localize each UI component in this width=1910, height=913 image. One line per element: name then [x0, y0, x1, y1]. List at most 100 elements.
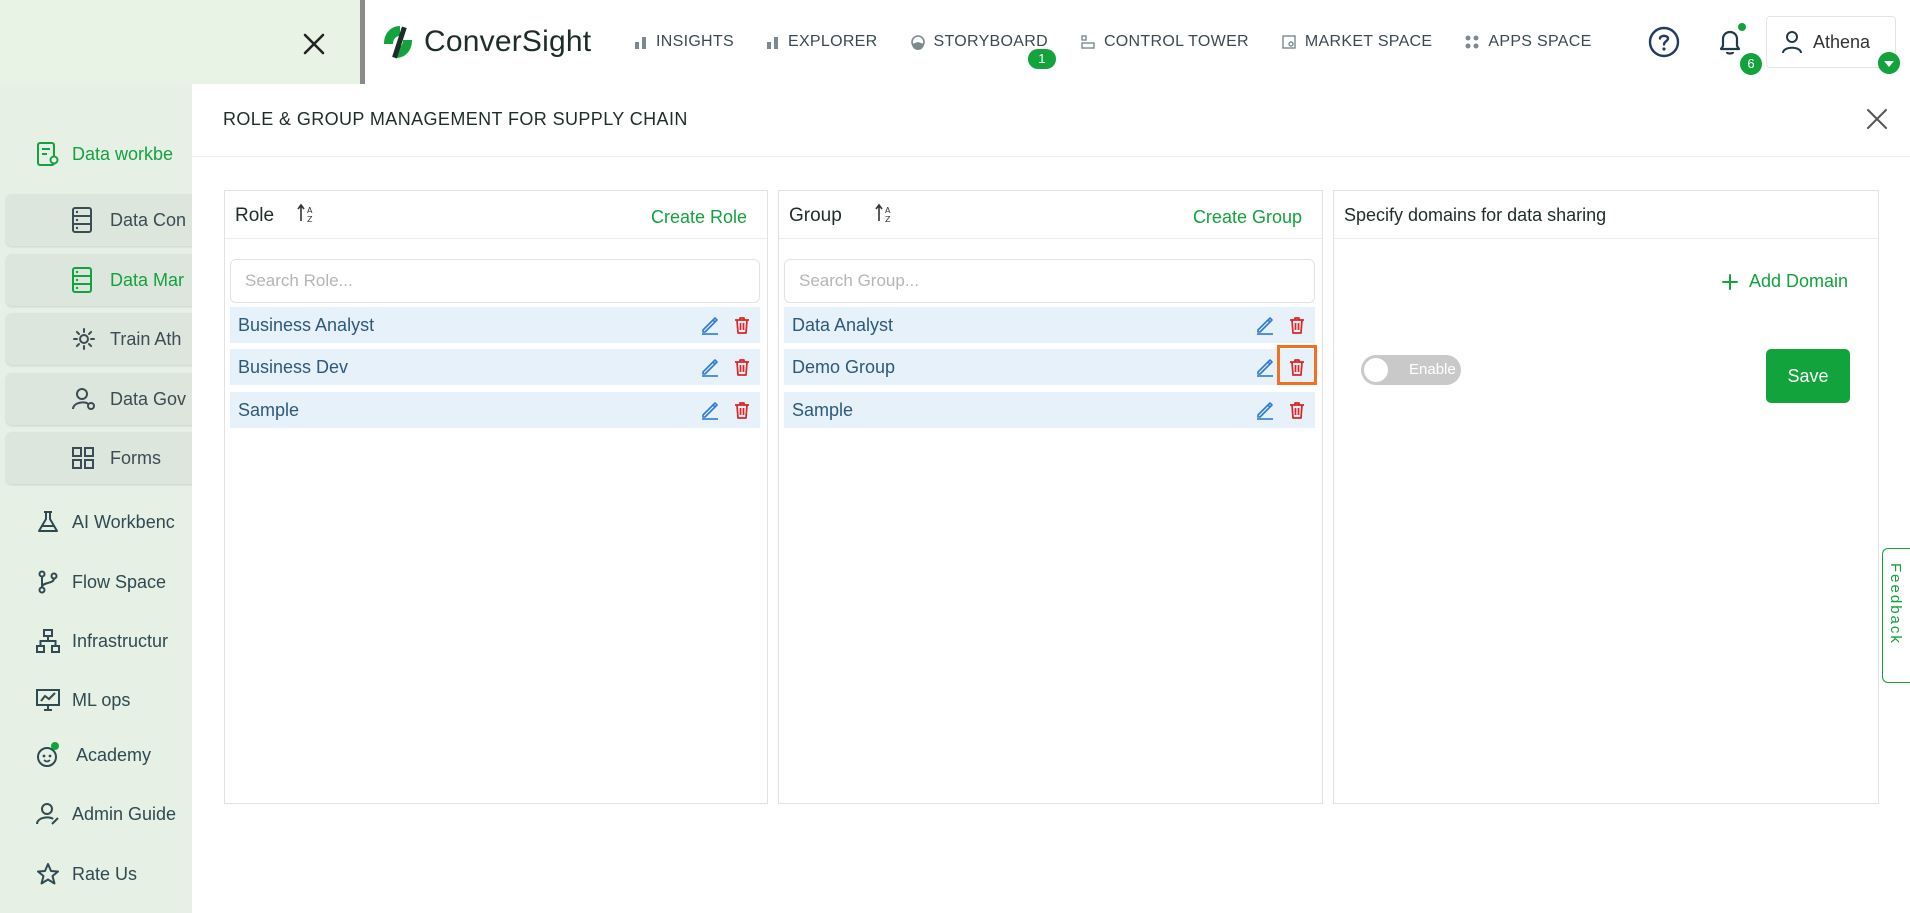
- brand-logo[interactable]: ConverSight: [378, 20, 591, 64]
- conversight-logo-icon: [384, 26, 412, 59]
- svg-text:Z: Z: [307, 215, 313, 224]
- star-icon: [37, 863, 59, 885]
- list-item[interactable]: Sample: [230, 392, 760, 428]
- list-item[interactable]: Sample: [784, 392, 1315, 428]
- delete-highlight-box: [1277, 345, 1317, 385]
- sidebar-subitem-label: Data Con: [110, 209, 187, 230]
- sidebar-item-label: Admin Guide: [72, 803, 177, 824]
- role-column: Role AZ Create Role Business Analyst Bus…: [224, 190, 768, 804]
- nav-explorer-label: EXPLORER: [787, 33, 878, 50]
- sidebar-item-ml-ops[interactable]: ML ops: [36, 675, 192, 725]
- nav-explorer[interactable]: EXPLORER: [766, 33, 878, 51]
- hierarchy-icon: [36, 629, 60, 653]
- topbar-divider: [360, 0, 365, 84]
- sidebar-item-label: Academy: [76, 744, 152, 765]
- list-item[interactable]: Demo Group: [784, 345, 1317, 385]
- save-button[interactable]: Save: [1766, 349, 1850, 403]
- domain-header: Specify domains for data sharing: [1334, 191, 1878, 239]
- edit-icon[interactable]: [700, 315, 720, 335]
- edit-icon[interactable]: [1255, 400, 1275, 420]
- sidebar-subitem-data-connect[interactable]: Data Con: [6, 194, 192, 246]
- nav-insights-label: INSIGHTS: [656, 33, 734, 50]
- sidebar-subitem-data-management[interactable]: Data Mar: [6, 254, 192, 306]
- list-item[interactable]: Business Dev: [230, 349, 760, 385]
- delete-icon[interactable]: [732, 357, 752, 377]
- add-domain-button[interactable]: Add Domain: [1721, 271, 1848, 292]
- database-icon: [72, 267, 92, 293]
- sidebar-item-rate-us[interactable]: Rate Us: [36, 849, 192, 899]
- edit-icon[interactable]: [700, 357, 720, 377]
- notification-dot: [1738, 23, 1746, 31]
- nav-control-tower[interactable]: CONTROL TOWER: [1080, 33, 1249, 51]
- enable-toggle[interactable]: Enable: [1361, 355, 1461, 385]
- apps-space-icon: [1465, 35, 1479, 49]
- edit-icon[interactable]: [700, 400, 720, 420]
- gear-icon: [73, 328, 95, 350]
- panel-title: ROLE & GROUP MANAGEMENT FOR SUPPLY CHAIN: [223, 109, 688, 129]
- edit-icon[interactable]: [1255, 315, 1275, 335]
- market-space-icon: [1282, 35, 1296, 49]
- sort-icon[interactable]: AZ: [875, 203, 895, 225]
- role-title: Role: [235, 205, 275, 226]
- sidebar-item-flow-space[interactable]: Flow Space: [36, 557, 192, 607]
- notification-count-badge: 6: [1740, 53, 1762, 75]
- sort-icon[interactable]: AZ: [297, 203, 317, 225]
- sidebar-item-academy[interactable]: Academy: [36, 730, 192, 780]
- delete-icon[interactable]: [1287, 400, 1307, 420]
- close-sidebar-icon[interactable]: [300, 30, 328, 58]
- edit-icon[interactable]: [1255, 357, 1275, 377]
- nav-storyboard[interactable]: STORYBOARD 1: [910, 33, 1056, 69]
- delete-icon[interactable]: [732, 315, 752, 335]
- svg-text:A: A: [885, 206, 891, 215]
- group-header: Group AZ Create Group: [779, 191, 1322, 239]
- sidebar-subitem-label: Data Mar: [110, 269, 185, 290]
- search-group-input[interactable]: [784, 259, 1315, 303]
- sidebar-item-admin-guide[interactable]: Admin Guide: [36, 789, 192, 839]
- create-role-link[interactable]: Create Role: [651, 207, 747, 228]
- group-title: Group: [789, 205, 842, 226]
- role-header: Role AZ Create Role: [225, 191, 767, 239]
- close-icon[interactable]: [1864, 106, 1890, 132]
- sidebar-item-label: Data workbe: [72, 143, 174, 164]
- academy-icon: [37, 742, 59, 767]
- sidebar-subitem-label: Data Gov: [110, 388, 187, 409]
- sidebar-item-data-workbench[interactable]: Data workbe: [36, 129, 192, 179]
- sidebar-subitem-data-governance[interactable]: Data Gov: [6, 373, 192, 425]
- brand-name: ConverSight: [424, 25, 592, 58]
- help-icon[interactable]: [1648, 26, 1680, 58]
- sidebar-subitem-label: Train Ath: [110, 328, 182, 349]
- search-role-input[interactable]: [230, 259, 760, 303]
- svg-text:A: A: [307, 206, 313, 215]
- feedback-label: Feedback: [1887, 563, 1904, 645]
- sidebar-item-label: AI Workbenc: [72, 511, 175, 532]
- delete-icon[interactable]: [732, 400, 752, 420]
- user-menu-chevron-down-icon[interactable]: [1878, 52, 1900, 74]
- nav-insights[interactable]: INSIGHTS: [634, 33, 734, 51]
- list-item[interactable]: Business Analyst: [230, 307, 760, 343]
- sidebar-subitem-train-athena[interactable]: Train Ath: [6, 313, 192, 365]
- role-group-management-panel: ROLE & GROUP MANAGEMENT FOR SUPPLY CHAIN…: [192, 84, 1910, 913]
- feedback-tab[interactable]: Feedback: [1882, 548, 1910, 683]
- list-item[interactable]: Data Analyst: [784, 307, 1315, 343]
- storyboard-badge: 1: [1027, 49, 1056, 69]
- user-name: Athena: [1813, 31, 1871, 52]
- group-name: Demo Group: [792, 356, 896, 377]
- grid-icon: [72, 447, 94, 469]
- panel-divider: [192, 156, 1910, 157]
- branch-icon: [38, 570, 58, 594]
- nav-market-space[interactable]: MARKET SPACE: [1281, 33, 1432, 51]
- user-menu[interactable]: Athena: [1766, 16, 1896, 68]
- nav-control-tower-label: CONTROL TOWER: [1103, 33, 1249, 50]
- user-icon: [1782, 31, 1802, 54]
- sidebar-item-ai-workbench[interactable]: AI Workbenc: [36, 497, 192, 547]
- user-guide-icon: [36, 803, 59, 825]
- create-group-link[interactable]: Create Group: [1193, 207, 1302, 228]
- sidebar-subitem-forms[interactable]: Forms: [6, 432, 192, 484]
- nav-apps-space[interactable]: APPS SPACE: [1464, 33, 1591, 51]
- database-icon: [72, 207, 92, 233]
- sidebar-item-label: Rate Us: [72, 863, 138, 884]
- role-name: Business Analyst: [238, 314, 375, 335]
- sidebar-item-infrastructure[interactable]: Infrastructur: [36, 616, 192, 666]
- bar-chart-icon: [766, 37, 778, 49]
- delete-icon[interactable]: [1287, 315, 1307, 335]
